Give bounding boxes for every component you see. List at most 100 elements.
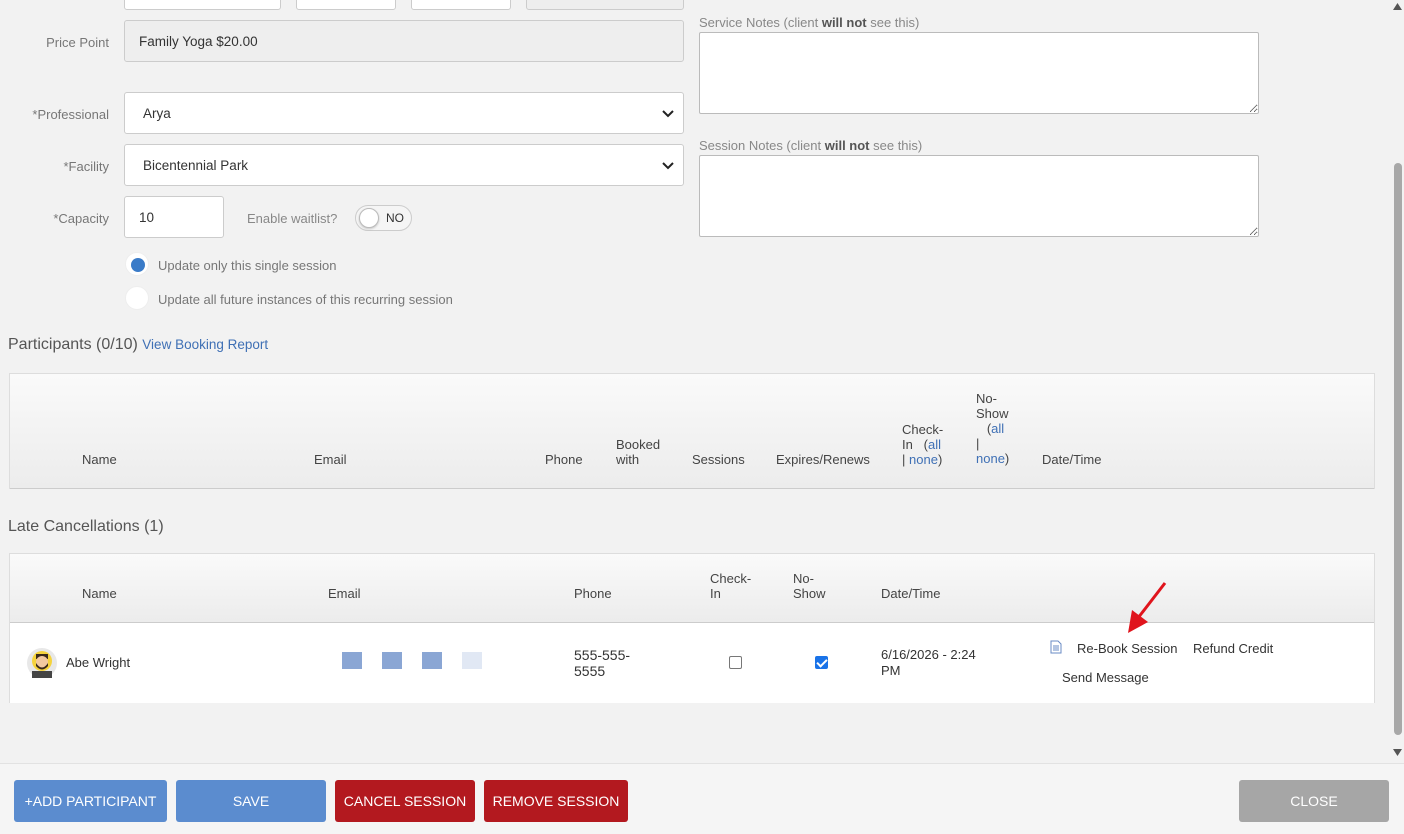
toggle-knob <box>359 208 379 228</box>
close-button[interactable]: CLOSE <box>1239 780 1389 822</box>
scroll-up-icon[interactable] <box>1393 3 1402 10</box>
radio-single-session[interactable] <box>125 252 149 276</box>
noshow-all-link[interactable]: all <box>991 421 1004 436</box>
capacity-label: *Capacity <box>53 211 109 226</box>
service-notes-textarea[interactable] <box>699 32 1259 114</box>
save-button[interactable]: SAVE <box>176 780 326 822</box>
session-notes-label: Session Notes (client will not see this) <box>699 138 922 153</box>
phone-line1: 555-555- <box>574 647 631 663</box>
participants-title: Participants (0/10) View Booking Report <box>8 336 268 354</box>
col-sessions: Sessions <box>692 452 745 467</box>
service-notes-prefix: Service Notes (client <box>699 15 822 30</box>
facility-select[interactable]: Bicentennial Park <box>124 144 684 186</box>
col-noshow: No- Show (all | none) <box>976 391 1010 466</box>
email-redacted-block <box>462 652 482 669</box>
late-col-name: Name <box>82 586 117 601</box>
facility-label: *Facility <box>63 159 109 174</box>
add-participant-button[interactable]: +ADD PARTICIPANT <box>14 780 167 822</box>
col-checkin-line1: Check- <box>902 422 944 437</box>
col-phone: Phone <box>545 452 583 467</box>
chevron-down-icon <box>662 110 674 118</box>
late-col-checkin: Check- In <box>710 571 751 601</box>
footer-bar: +ADD PARTICIPANT SAVE CANCEL SESSION REM… <box>0 763 1404 834</box>
noshow-none-link[interactable]: none <box>976 451 1005 466</box>
late-cancellations-table: Name Email Phone Check- In No- Show Date… <box>9 553 1375 703</box>
service-notes-label: Service Notes (client will not see this) <box>699 15 919 30</box>
service-notes-suffix: see this) <box>866 15 920 30</box>
participants-count: Participants (0/10) <box>8 336 138 353</box>
top-field-1[interactable] <box>124 0 281 10</box>
session-notes-textarea[interactable] <box>699 155 1259 237</box>
date-line1: 6/16/2026 - 2:24 <box>881 647 976 662</box>
radio-all-label: Update all future instances of this recu… <box>158 292 453 307</box>
late-cancellations-title: Late Cancellations (1) <box>8 518 164 535</box>
noshow-checkbox[interactable] <box>815 656 828 669</box>
participant-name-link[interactable]: Abe Wright <box>66 655 130 670</box>
scrollbar[interactable] <box>1390 0 1404 763</box>
waitlist-label: Enable waitlist? <box>247 211 338 226</box>
late-col-datetime: Date/Time <box>881 586 941 601</box>
session-notes-prefix: Session Notes (client <box>699 138 825 153</box>
col-checkin: Check- In (all | none) <box>902 422 944 467</box>
professional-label: *Professional <box>32 107 109 122</box>
late-noshow-line1: No- <box>793 571 814 586</box>
waitlist-toggle[interactable]: NO <box>355 205 412 231</box>
professional-value: Arya <box>143 105 171 121</box>
date-line2: PM <box>881 663 901 678</box>
col-checkin-line2: In <box>902 437 913 452</box>
participants-table-header: Name Email Phone Booked with Sessions Ex… <box>10 374 1374 489</box>
scroll-thumb[interactable] <box>1394 163 1402 735</box>
checkin-checkbox[interactable] <box>729 656 742 669</box>
facility-value: Bicentennial Park <box>143 157 249 173</box>
late-col-email: Email <box>328 586 361 601</box>
email-redacted-block <box>382 652 402 669</box>
rebook-session-link[interactable]: Re-Book Session <box>1077 641 1177 656</box>
late-checkin-line1: Check- <box>710 571 752 586</box>
view-booking-report-link[interactable]: View Booking Report <box>142 337 268 352</box>
capacity-value: 10 <box>139 209 155 225</box>
top-field-4 <box>526 0 684 10</box>
checkin-all-link[interactable]: all <box>928 437 941 452</box>
noshow-pipe: | <box>976 436 980 451</box>
late-checkin-line2: In <box>710 586 721 601</box>
col-booked-with: Booked with <box>616 437 660 467</box>
price-point-value: Family Yoga $20.00 <box>139 33 258 49</box>
col-noshow-line1: No- <box>976 391 997 406</box>
remove-session-button[interactable]: REMOVE SESSION <box>484 780 628 822</box>
col-expires: Expires/Renews <box>776 452 870 467</box>
late-col-phone: Phone <box>574 586 612 601</box>
session-notes-suffix: see this) <box>869 138 923 153</box>
col-booked-line2: with <box>616 452 640 467</box>
checkin-none-link[interactable]: none <box>909 452 938 467</box>
radio-all-future[interactable] <box>125 286 149 310</box>
document-icon <box>1050 640 1062 654</box>
col-booked-line1: Booked <box>616 437 661 452</box>
scroll-down-icon[interactable] <box>1393 749 1402 756</box>
professional-select[interactable]: Arya <box>124 92 684 134</box>
session-notes-bold: will not <box>824 138 870 153</box>
phone-line2: 5555 <box>574 663 606 679</box>
col-datetime: Date/Time <box>1042 452 1102 467</box>
participant-datetime: 6/16/2026 - 2:24 PM <box>881 647 976 679</box>
annotation-arrow-icon <box>1128 582 1167 633</box>
capacity-input[interactable]: 10 <box>124 196 224 238</box>
cancel-session-button[interactable]: CANCEL SESSION <box>335 780 475 822</box>
email-redacted-block <box>342 652 362 669</box>
top-field-3[interactable] <box>411 0 511 10</box>
col-name: Name <box>82 452 117 467</box>
service-notes-bold: will not <box>821 15 867 30</box>
late-noshow-line2: Show <box>793 586 826 601</box>
chevron-down-icon <box>662 162 674 170</box>
participant-phone: 555-555- 5555 <box>574 647 630 679</box>
col-email: Email <box>314 452 347 467</box>
price-point-field: Family Yoga $20.00 <box>124 20 684 62</box>
waitlist-toggle-text: NO <box>386 211 404 225</box>
avatar <box>27 648 57 678</box>
late-col-noshow: No- Show <box>793 571 826 601</box>
checkin-pipe: | <box>902 452 906 467</box>
participants-table: Name Email Phone Booked with Sessions Ex… <box>9 373 1375 489</box>
send-message-link[interactable]: Send Message <box>1062 670 1149 685</box>
refund-credit-link[interactable]: Refund Credit <box>1193 641 1273 656</box>
radio-single-label: Update only this single session <box>158 258 337 273</box>
top-field-2[interactable] <box>296 0 396 10</box>
